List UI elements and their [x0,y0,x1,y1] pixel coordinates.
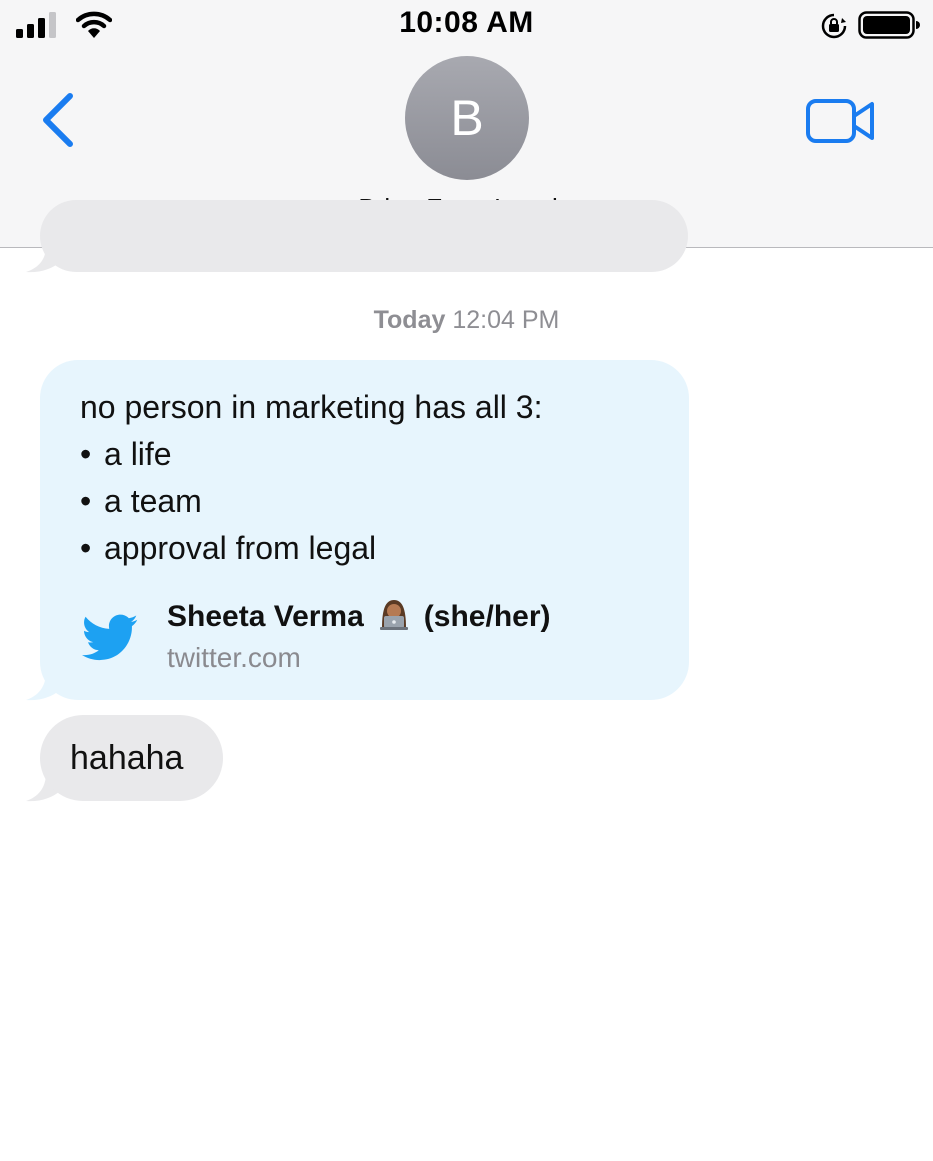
list-item: • approval from legal [80,525,660,572]
timestamp-time: 12:04 PM [452,306,560,334]
bullet: • [80,436,92,472]
reply-message-bubble[interactable]: hahaha [40,715,223,801]
message-intro: no person in marketing has all 3: [80,389,543,425]
status-time: 10:08 AM [399,6,534,39]
list-item: • a life [80,431,660,478]
link-preview-title: Sheeta Verma (she/her) [167,598,551,634]
bubble-tail [26,246,60,273]
previous-message-bubble [40,200,688,272]
reply-message-text: hahaha [70,738,184,777]
twitter-bird-icon [82,614,138,661]
list-item: • a team [80,478,660,525]
bullet: • [80,530,92,566]
avatar-initial: B [450,90,484,146]
link-preview-domain: twitter.com [167,642,301,673]
link-author-name: Sheeta Verma [167,600,364,633]
bullet: • [80,483,92,519]
video-call-button[interactable] [804,96,878,146]
link-message-text: no person in marketing has all 3: • a lif… [80,384,660,572]
message-timestamp: Today 12:04 PM [0,306,933,335]
link-author-pronouns: (she/her) [423,600,551,633]
orientation-lock-icon [821,13,847,39]
timestamp-day: Today [373,306,446,334]
woman-technologist-emoji-icon [379,600,408,630]
avatar[interactable]: B [405,56,529,180]
back-button[interactable] [36,90,80,150]
battery-icon [858,11,920,39]
